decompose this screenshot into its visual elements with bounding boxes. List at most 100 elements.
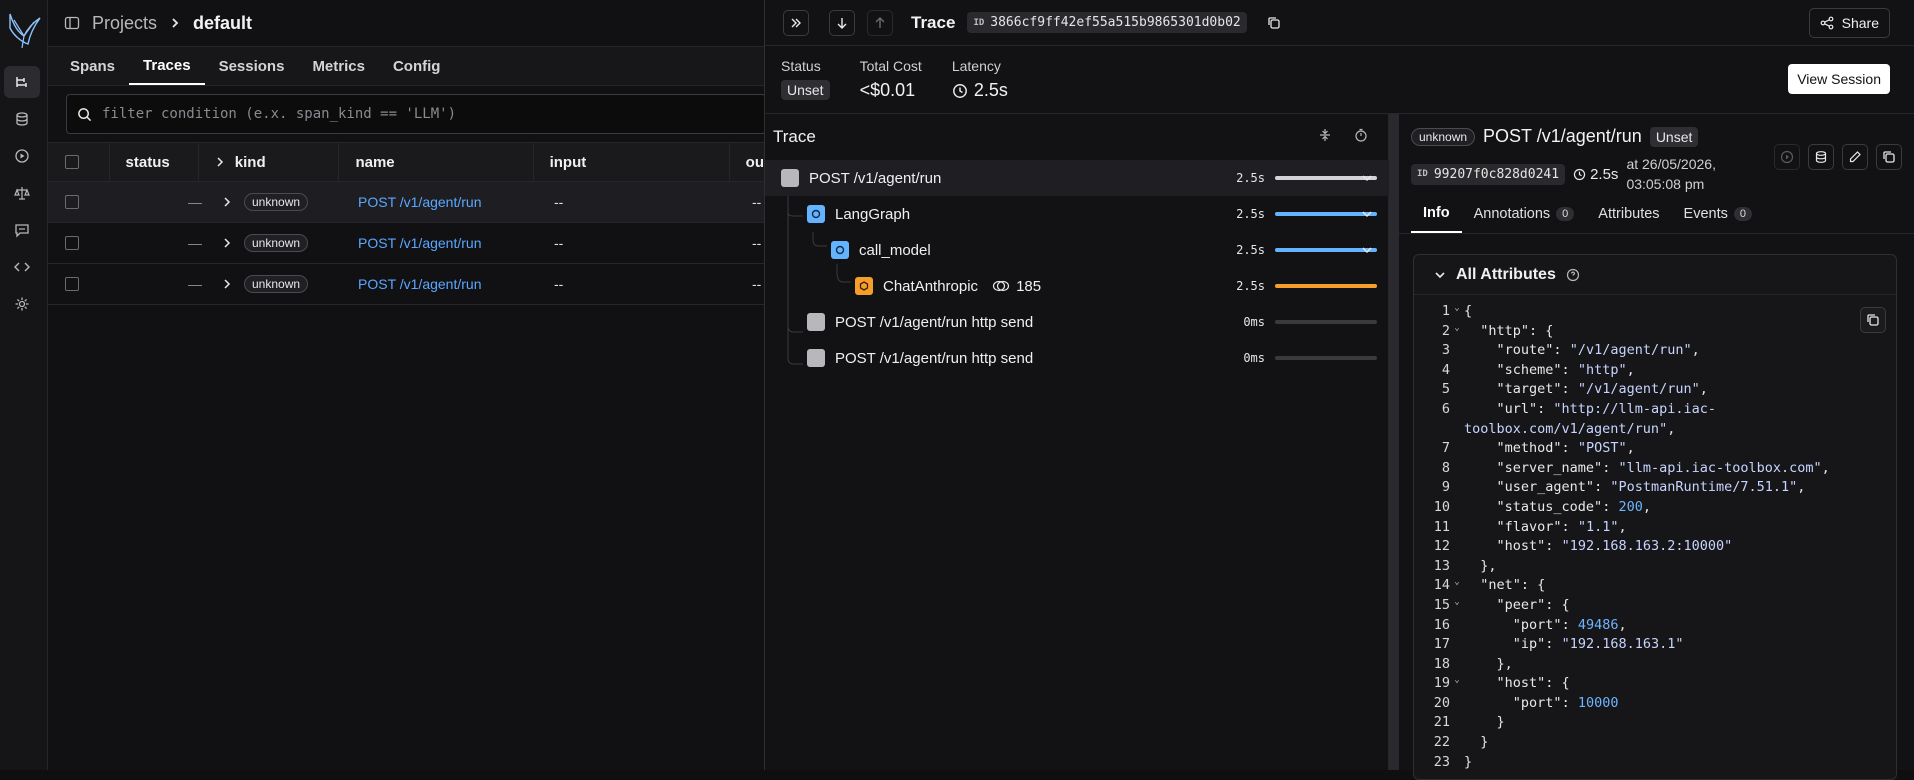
annotate-button[interactable] <box>1842 144 1868 170</box>
attributes-header[interactable]: All Attributes <box>1414 255 1896 295</box>
chevron-right-icon <box>169 17 181 29</box>
json-line: 17 "ip": "192.168.163.1" <box>1414 636 1896 656</box>
resize-handle[interactable] <box>1389 114 1399 770</box>
attributes-title: All Attributes <box>1456 265 1556 283</box>
previous-trace-button[interactable] <box>867 9 893 36</box>
chevron-down-icon[interactable] <box>1434 269 1446 281</box>
chevron-down-icon[interactable] <box>1361 244 1373 256</box>
span-latency: 2.5s <box>1590 165 1619 183</box>
span-duration: 0ms <box>1243 315 1265 329</box>
clock-icon <box>1573 168 1586 181</box>
json-line: 15 ⌄ "peer": { <box>1414 597 1896 617</box>
json-viewer: 1 ⌄{2 ⌄ "http": {3 "route": "/v1/agent/run… <box>1414 303 1896 773</box>
span-row-langgraph[interactable]: LangGraph 2.5s <box>765 196 1389 232</box>
breadcrumb-projects[interactable]: Projects <box>92 13 157 34</box>
span-name: POST /v1/agent/run http send <box>835 349 1034 367</box>
json-line: 22 } <box>1414 734 1896 754</box>
col-name[interactable]: name <box>339 143 534 181</box>
tab-sessions[interactable]: Sessions <box>205 47 299 85</box>
select-all-checkbox[interactable] <box>65 155 79 169</box>
collapse-all-icon[interactable] <box>1318 128 1332 142</box>
fold-chevron-icon[interactable]: ⌄ <box>1450 303 1464 323</box>
span-row-root[interactable]: POST /v1/agent/run 2.5s <box>765 160 1389 196</box>
row-expand-icon[interactable] <box>222 238 232 248</box>
row-name-link[interactable]: POST /v1/agent/run <box>342 264 538 304</box>
col-status[interactable]: status <box>110 143 199 181</box>
tab-attributes[interactable]: Attributes <box>1586 194 1671 233</box>
tab-traces[interactable]: Traces <box>129 47 205 85</box>
kind-badge: unknown <box>244 234 309 252</box>
chevron-down-icon[interactable] <box>1361 172 1373 184</box>
tab-spans[interactable]: Spans <box>56 47 129 85</box>
span-duration: 2.5s <box>1236 171 1265 185</box>
stat-latency: Latency 2.5s <box>952 46 1008 113</box>
next-trace-button[interactable] <box>829 9 855 36</box>
table-row[interactable]: — unknown POST /v1/agent/run -- -- <box>48 264 764 305</box>
breadcrumb-current[interactable]: default <box>193 13 252 34</box>
copy-icon[interactable] <box>1267 16 1281 30</box>
nav-prompts-icon[interactable] <box>4 214 40 246</box>
replay-button[interactable] <box>1774 144 1800 170</box>
chevron-down-icon[interactable] <box>1361 208 1373 220</box>
col-input[interactable]: input <box>534 143 730 181</box>
tab-config[interactable]: Config <box>379 47 454 85</box>
span-id-chip: ID 99207f0c828d0241 <box>1411 163 1566 185</box>
nav-playground-icon[interactable] <box>4 140 40 172</box>
nav-projects-icon[interactable] <box>4 66 40 98</box>
stat-cost: Total Cost <$0.01 <box>860 46 922 113</box>
view-session-button[interactable]: View Session <box>1788 64 1890 94</box>
timer-icon[interactable] <box>1354 128 1368 142</box>
tab-events[interactable]: Events 0 <box>1672 194 1764 233</box>
row-expand-icon[interactable] <box>222 197 232 207</box>
nav-evaluators-icon[interactable] <box>4 177 40 209</box>
fold-chevron-icon[interactable]: ⌄ <box>1450 323 1464 343</box>
copy-span-button[interactable] <box>1876 144 1902 170</box>
trace-title: Trace <box>911 12 956 32</box>
expand-all-icon[interactable] <box>215 157 225 167</box>
span-kind-badge: unknown <box>1411 127 1476 146</box>
row-checkbox[interactable] <box>65 236 79 250</box>
sidebar-toggle-icon[interactable] <box>64 15 80 31</box>
kind-badge: unknown <box>244 193 309 211</box>
span-row-call-model[interactable]: call_model 2.5s <box>765 232 1389 268</box>
filter-input[interactable] <box>102 106 765 122</box>
help-icon[interactable] <box>1566 268 1580 282</box>
tab-annotations-label: Annotations <box>1473 205 1551 222</box>
table-row[interactable]: — unknown POST /v1/agent/run -- -- <box>48 182 764 223</box>
nav-settings-icon[interactable] <box>4 288 40 320</box>
fold-chevron-icon[interactable]: ⌄ <box>1450 597 1464 617</box>
fold-chevron-icon[interactable]: ⌄ <box>1450 675 1464 695</box>
col-kind[interactable]: kind <box>199 143 340 181</box>
row-checkbox[interactable] <box>65 277 79 291</box>
phoenix-logo[interactable] <box>4 8 44 52</box>
nav-datasets-icon[interactable] <box>4 103 40 135</box>
row-status: — <box>188 194 202 210</box>
main-panel: Projects default Spans Traces Sessions M… <box>48 0 766 770</box>
collapse-panel-button[interactable] <box>783 9 809 36</box>
table-row[interactable]: — unknown POST /v1/agent/run -- -- <box>48 223 764 264</box>
tab-annotations[interactable]: Annotations 0 <box>1462 194 1587 233</box>
span-row-chatanthropic[interactable]: ChatAnthropic 185 2.5s <box>765 268 1389 304</box>
row-output: -- <box>752 235 762 251</box>
share-icon <box>1820 16 1834 30</box>
row-name-link[interactable]: POST /v1/agent/run <box>342 182 538 222</box>
nav-apis-icon[interactable] <box>4 251 40 283</box>
row-checkbox[interactable] <box>65 195 79 209</box>
attributes-card: All Attributes 1 ⌄{2 ⌄ "http": {3 "route":… <box>1413 254 1897 780</box>
row-name-link[interactable]: POST /v1/agent/run <box>342 223 538 263</box>
share-button[interactable]: Share <box>1808 8 1890 38</box>
span-row-http-send[interactable]: POST /v1/agent/run http send 0ms <box>765 304 1389 340</box>
span-row-http-send[interactable]: POST /v1/agent/run http send 0ms <box>765 340 1389 376</box>
row-status: — <box>188 235 202 251</box>
tab-metrics[interactable]: Metrics <box>298 47 379 85</box>
tab-info[interactable]: Info <box>1411 194 1462 233</box>
fold-chevron-icon[interactable]: ⌄ <box>1450 577 1464 597</box>
span-tabs: Info Annotations 0 Attributes Events 0 <box>1399 194 1914 234</box>
span-unknown-icon <box>807 349 825 367</box>
add-to-dataset-button[interactable] <box>1808 144 1834 170</box>
row-expand-icon[interactable] <box>222 279 232 289</box>
col-output[interactable]: ou <box>730 143 764 181</box>
